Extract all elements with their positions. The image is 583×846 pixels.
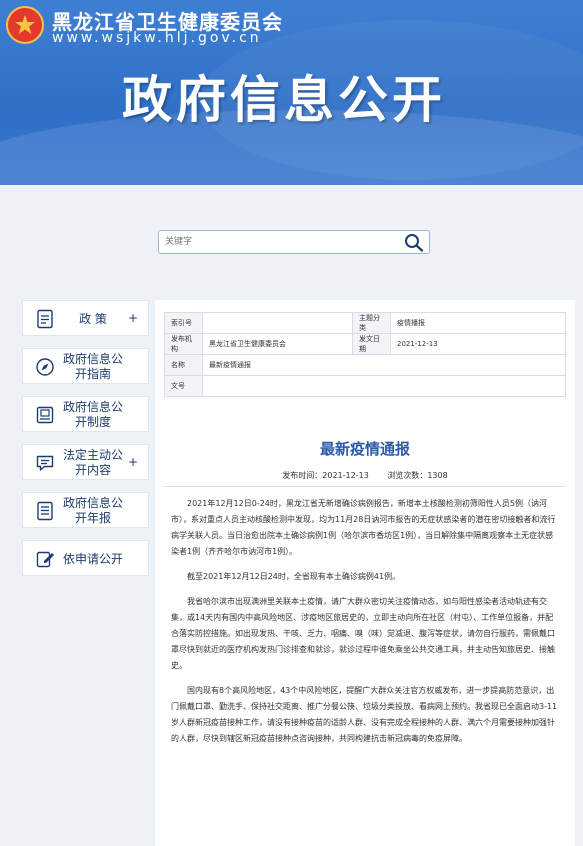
expand-plus-icon[interactable]: + (128, 311, 138, 325)
article-paragraph: 国内现有8个高风险地区，43个中风险地区，提醒广大群众关注官方权威发布，进一步提… (171, 686, 558, 743)
edit-icon (36, 551, 54, 568)
search-box (158, 230, 430, 254)
sidebar-item-label: 依申请公开 (62, 551, 123, 566)
sidebar-item-guide[interactable]: 政府信息公开指南 (22, 348, 149, 384)
sidebar-item-statutory[interactable]: 法定主动公开内容 + (22, 444, 149, 480)
meta-label: 索引号 (164, 312, 203, 334)
article-paragraph: 2021年12月12日0-24时，黑龙江省无新增确诊病例报告，新增本土核酸检测初… (171, 499, 556, 556)
article-title: 最新疫情通报 (319, 440, 410, 458)
sidebar-item-label: 政府信息公开指南 (62, 352, 123, 381)
sidebar-item-label: 政府信息公开制度 (62, 400, 123, 429)
sidebar-item-label: 法定主动公开内容 (62, 448, 123, 477)
meta-label: 发文日期 (352, 333, 391, 355)
search-button[interactable] (403, 232, 425, 252)
table-row: 发布机构 黑龙江省卫生健康委员会 发文日期 2021-12-13 (164, 333, 566, 355)
sidebar-item-label: 政府信息公开年报 (62, 496, 123, 525)
meta-value: 黑龙江省卫生健康委员会 (202, 333, 353, 355)
table-row: 名称 最新疫情通报 (164, 354, 566, 376)
page-title: 政府信息公开 (122, 71, 446, 129)
article-info: 发布时间：2021-12-13 浏览次数：1308 (155, 470, 575, 481)
national-emblem-icon (6, 6, 44, 44)
sidebar-item-system[interactable]: 政府信息公开制度 (22, 396, 149, 432)
sidebar-item-label: 政 策 (79, 311, 107, 326)
sidebar-item-apply[interactable]: 依申请公开 (22, 540, 149, 576)
meta-label: 文号 (164, 375, 203, 397)
meta-value (202, 375, 566, 397)
report-icon (37, 501, 53, 521)
search-input[interactable] (165, 233, 385, 251)
article-paragraph: 截至2021年12月12日24时，全省现有本土确诊病例41例。 (187, 572, 401, 581)
expand-plus-icon[interactable]: + (128, 455, 138, 469)
view-count: 浏览次数：1308 (387, 471, 448, 480)
document-icon (37, 309, 53, 329)
meta-label: 发布机构 (164, 333, 203, 355)
document-meta-table: 索引号 主题分类 疫情播报 发布机构 黑龙江省卫生健康委员会 发文日期 2021… (164, 312, 566, 397)
table-row: 文号 (164, 375, 566, 397)
meta-label: 名称 (164, 354, 203, 376)
publish-time: 发布时间：2021-12-13 (282, 471, 369, 480)
meta-value: 疫情播报 (390, 312, 566, 334)
meta-value (202, 312, 353, 334)
divider (164, 486, 566, 487)
meta-value: 最新疫情通报 (202, 354, 566, 376)
book-icon (36, 406, 54, 424)
meta-value: 2021-12-13 (390, 333, 566, 355)
org-url[interactable]: www.wsjkw.hlj.gov.cn (52, 30, 262, 46)
sidebar-item-annual-report[interactable]: 政府信息公开年报 (22, 492, 149, 528)
chat-icon (36, 455, 54, 471)
search-icon (405, 234, 424, 252)
article-panel: 索引号 主题分类 疫情播报 发布机构 黑龙江省卫生健康委员会 发文日期 2021… (155, 300, 575, 846)
header-banner: 黑龙江省卫生健康委员会 www.wsjkw.hlj.gov.cn 政府信息公开 (0, 0, 583, 185)
article-paragraph: 我省哈尔滨市出现满洲里关联本土疫情，请广大群众密切关注疫情动态，如与阳性感染者活… (171, 597, 555, 670)
sidebar-nav: 政 策 + 政府信息公开指南 政府信息公开制度 法定主动公开内容 + 政府信息公… (22, 300, 149, 588)
compass-icon (36, 358, 54, 376)
table-row: 索引号 主题分类 疫情播报 (164, 312, 566, 334)
meta-label: 主题分类 (352, 312, 391, 334)
sidebar-item-policy[interactable]: 政 策 + (22, 300, 149, 336)
article-body: 2021年12月12日0-24时，黑龙江省无新增确诊病例报告，新增本土核酸检测初… (171, 496, 561, 756)
